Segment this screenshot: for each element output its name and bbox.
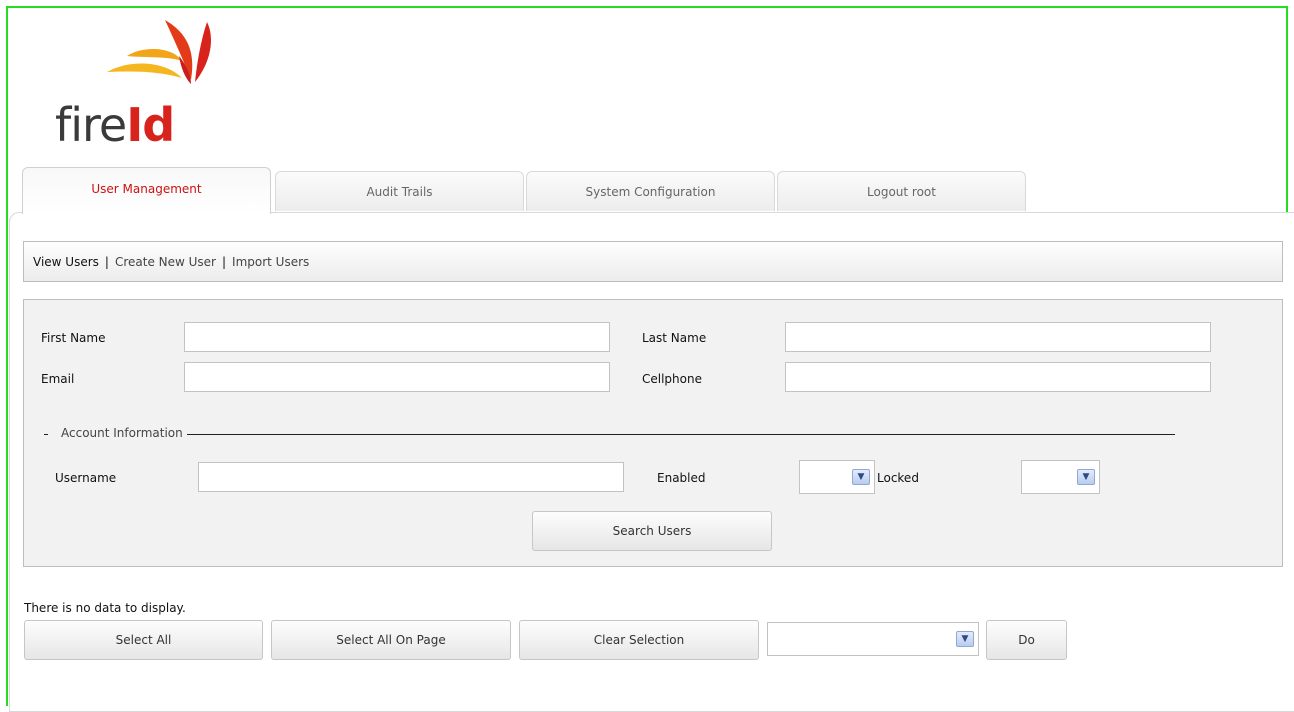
username-input[interactable] (198, 462, 624, 492)
last-name-label: Last Name (642, 331, 707, 345)
tab-label: Audit Trails (366, 184, 433, 199)
import-users-link[interactable]: Import Users (232, 255, 309, 269)
last-name-input[interactable] (785, 322, 1211, 352)
cellphone-input[interactable] (785, 362, 1211, 392)
user-search-form: First Name Last Name Email Cellphone Acc… (23, 299, 1283, 567)
subnav-bar: View Users | Create New User | Import Us… (23, 241, 1283, 282)
tab-label: System Configuration (585, 184, 716, 199)
email-label: Email (41, 372, 75, 386)
locked-select[interactable]: ▼ (1021, 460, 1100, 494)
first-name-label: First Name (41, 331, 106, 345)
first-name-input[interactable] (184, 322, 610, 352)
email-input[interactable] (184, 362, 610, 392)
chevron-down-icon[interactable]: ▼ (1077, 469, 1095, 485)
clear-selection-button[interactable]: Clear Selection (519, 620, 759, 660)
fieldset-divider (44, 434, 1175, 435)
logo-wordmark: fireId (55, 102, 175, 148)
bulk-action-select[interactable]: ▼ (767, 622, 979, 656)
search-users-button[interactable]: Search Users (532, 511, 772, 551)
logo-id-text: Id (126, 98, 175, 152)
tab-user-management[interactable]: User Management (22, 167, 271, 214)
select-all-on-page-button[interactable]: Select All On Page (271, 620, 511, 660)
tab-system-configuration[interactable]: System Configuration (526, 171, 775, 211)
enabled-label: Enabled (657, 471, 706, 485)
tab-logout[interactable]: Logout root (777, 171, 1026, 211)
subnav-separator: | (221, 254, 227, 269)
logo-fire-text: fire (55, 98, 127, 152)
locked-label: Locked (877, 471, 919, 485)
no-data-message: There is no data to display. (24, 601, 186, 615)
fireid-logo: fireId (52, 16, 232, 156)
chevron-down-icon[interactable]: ▼ (852, 469, 870, 485)
enabled-select[interactable]: ▼ (799, 460, 875, 494)
tab-label: User Management (91, 182, 202, 196)
account-information-legend: Account Information (48, 426, 187, 440)
chevron-down-icon[interactable]: ▼ (956, 631, 974, 647)
subnav-separator: | (104, 254, 109, 269)
username-label: Username (55, 471, 117, 485)
tab-audit-trails[interactable]: Audit Trails (275, 171, 524, 211)
tab-label: Logout root (867, 184, 936, 199)
view-users-link[interactable]: View Users (33, 255, 99, 269)
do-button[interactable]: Do (986, 620, 1067, 660)
cellphone-label: Cellphone (642, 372, 702, 386)
select-all-button[interactable]: Select All (24, 620, 263, 660)
create-new-user-link[interactable]: Create New User (115, 255, 216, 269)
